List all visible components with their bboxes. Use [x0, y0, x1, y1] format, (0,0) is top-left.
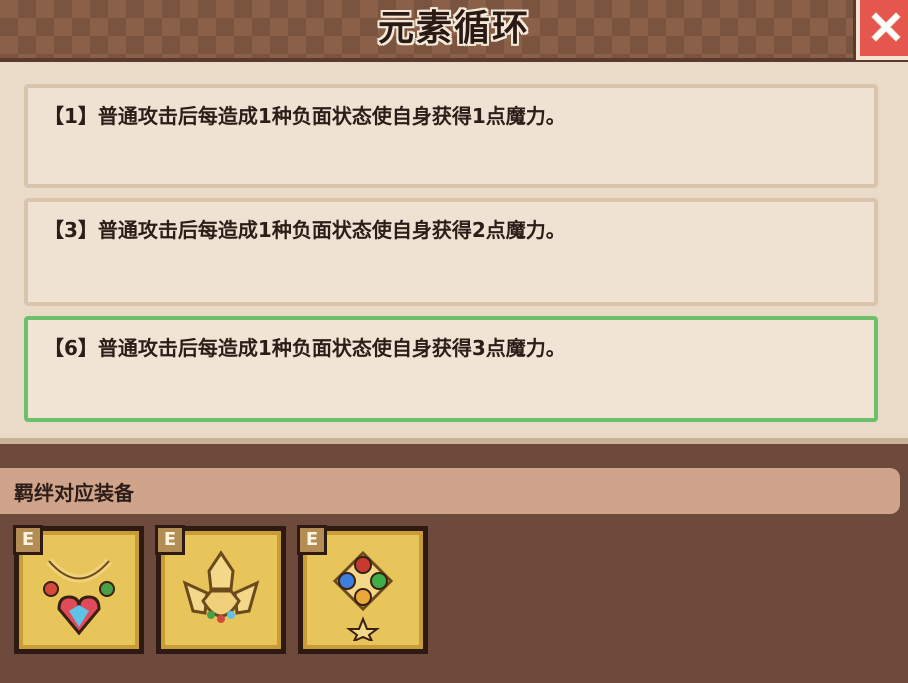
close-button[interactable] — [856, 0, 908, 60]
equipment-slot-2[interactable]: E — [155, 525, 286, 654]
effect-row-1: 【1】普通攻击后每造成1种负面状态使自身获得1点魔力。 — [24, 84, 878, 188]
bond-equipment-header: 羁绊对应装备 — [0, 468, 900, 514]
bond-equipment-label: 羁绊对应装备 — [14, 481, 134, 505]
effect-row-3: 【3】普通攻击后每造成1种负面状态使自身获得2点魔力。 — [24, 198, 878, 306]
effect-text: 【6】普通攻击后每造成1种负面状态使自身获得3点魔力。 — [44, 336, 566, 360]
golden-crest-icon — [182, 550, 260, 623]
equipment-slot-3[interactable]: E — [297, 525, 428, 654]
close-x-icon — [871, 12, 901, 42]
heart-gem-necklace-icon — [43, 558, 115, 636]
effect-text: 【1】普通攻击后每造成1种负面状态使自身获得1点魔力。 — [44, 104, 566, 128]
effect-text: 【3】普通攻击后每造成1种负面状态使自身获得2点魔力。 — [44, 218, 566, 242]
four-gem-amulet-icon — [332, 550, 394, 641]
equipment-slot-1[interactable]: E — [13, 525, 144, 654]
effect-row-6-active: 【6】普通攻击后每造成1种负面状态使自身获得3点魔力。 — [24, 316, 878, 422]
window-title: 元素循环 — [377, 8, 530, 49]
effects-panel: 【1】普通攻击后每造成1种负面状态使自身获得1点魔力。 【3】普通攻击后每造成1… — [0, 62, 908, 444]
